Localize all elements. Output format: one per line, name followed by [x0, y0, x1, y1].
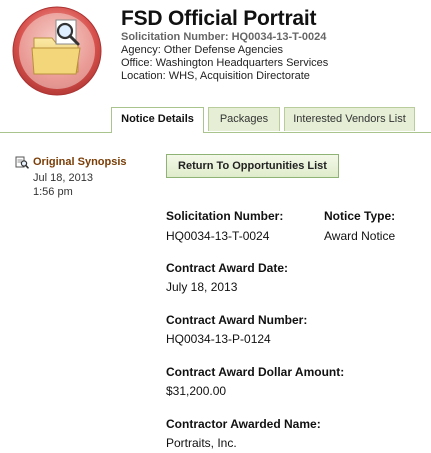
notice-type-label: Notice Type:: [324, 209, 396, 223]
solicitation-number-label: Solicitation Number:: [166, 209, 284, 223]
agency-line: Agency: Other Defense Agencies: [121, 44, 284, 56]
award-number-value: HQ0034-13-P-0124: [166, 332, 271, 346]
notice-type-value: Award Notice: [324, 229, 396, 243]
tab-packages[interactable]: Packages: [208, 107, 280, 131]
tab-notice-details[interactable]: Notice Details: [111, 107, 204, 133]
solicitation-line: Solicitation Number: HQ0034-13-T-0024: [121, 31, 327, 43]
awardee-label: Contractor Awarded Name:: [166, 417, 321, 431]
award-number-label: Contract Award Number:: [166, 313, 308, 327]
office-line: Office: Washington Headquarters Services: [121, 57, 329, 69]
original-synopsis-link[interactable]: Original Synopsis: [33, 156, 127, 169]
award-date-value: July 18, 2013: [166, 280, 238, 294]
award-amount-value: $31,200.00: [166, 384, 227, 398]
award-amount-label: Contract Award Dollar Amount:: [166, 365, 345, 379]
solicitation-number-value: HQ0034-13-T-0024: [166, 229, 270, 243]
return-to-list-button[interactable]: Return To Opportunities List: [166, 154, 339, 178]
location-line: Location: WHS, Acquisition Directorate: [121, 70, 310, 82]
folder-magnifier-icon: [12, 6, 102, 96]
page-title: FSD Official Portrait: [121, 7, 317, 30]
synopsis-time: 1:56 pm: [33, 186, 73, 198]
awardee-value: Portraits, Inc.: [166, 436, 237, 450]
award-date-label: Contract Award Date:: [166, 261, 289, 275]
notice-tabs: Notice Details Packages Interested Vendo…: [0, 107, 431, 133]
tab-interested-vendors[interactable]: Interested Vendors List: [284, 107, 415, 131]
notice-header: FSD Official Portrait Solicitation Numbe…: [0, 0, 431, 105]
synopsis-date: Jul 18, 2013: [33, 172, 93, 184]
document-search-icon: [15, 156, 29, 169]
notice-meta: Solicitation Number: HQ0034-13-T-0024 Ag…: [121, 31, 328, 83]
